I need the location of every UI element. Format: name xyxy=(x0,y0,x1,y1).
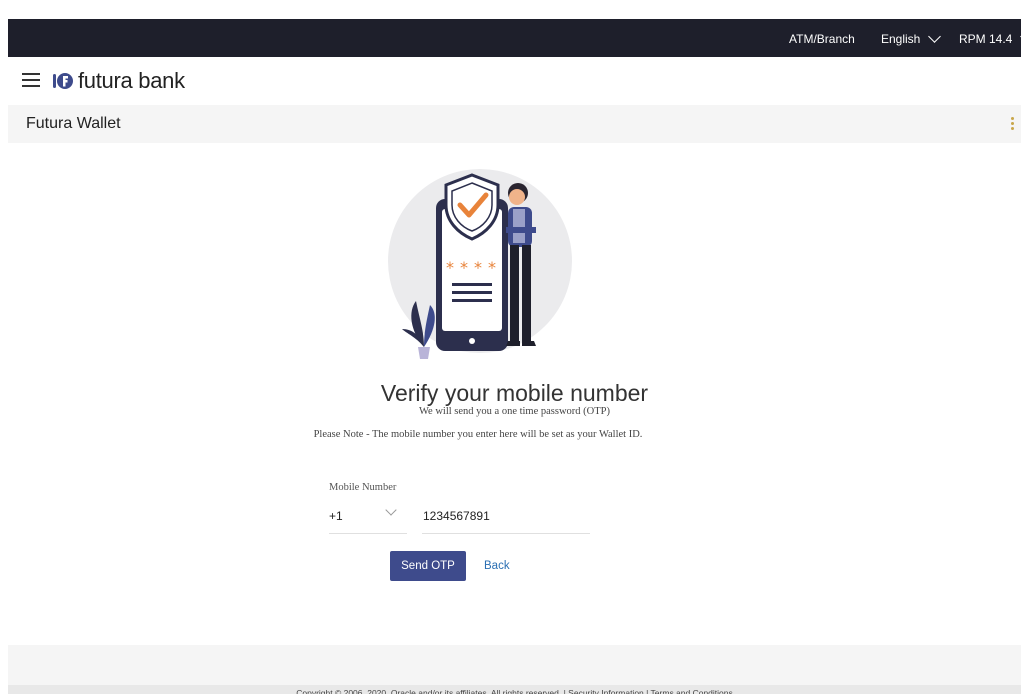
hamburger-menu-icon[interactable] xyxy=(22,73,40,87)
top-header-bar: ATM/Branch English RPM 14.4 xyxy=(8,19,1021,57)
page-header: Futura Wallet xyxy=(8,105,1021,143)
brand-bar: futura bank xyxy=(8,57,1021,105)
page-title: Futura Wallet xyxy=(26,115,121,132)
chevron-down-icon xyxy=(928,30,942,43)
mobile-number-label: Mobile Number xyxy=(329,482,397,493)
footer: Copyright © 2006, 2020, Oracle and/or it… xyxy=(8,685,1021,694)
country-code-select[interactable]: +1 xyxy=(329,504,407,534)
mobile-number-field xyxy=(422,505,590,534)
svg-text:*: * xyxy=(460,258,468,277)
atm-branch-link[interactable]: ATM/Branch xyxy=(789,32,855,46)
bank-logo[interactable]: futura bank xyxy=(52,68,185,94)
svg-text:*: * xyxy=(446,258,454,277)
language-label: English xyxy=(881,32,921,46)
phone-shield-person-illustration: * * * * xyxy=(380,161,580,361)
language-dropdown[interactable]: English xyxy=(881,30,942,46)
wallet-id-note: Please Note - The mobile number you ente… xyxy=(313,429,643,440)
chevron-down-icon xyxy=(385,504,397,516)
futura-logo-icon xyxy=(52,70,74,92)
app-frame: ATM/Branch English RPM 14.4 futura bank xyxy=(8,8,1021,694)
version-label: RPM 14.4 xyxy=(959,32,1013,46)
atm-branch-label: ATM/Branch xyxy=(789,32,855,46)
page-heading: Verify your mobile number xyxy=(380,380,649,407)
svg-text:*: * xyxy=(488,258,496,277)
otp-subtitle: We will send you a one time password (OT… xyxy=(418,406,611,417)
country-code-value: +1 xyxy=(329,509,343,523)
footer-spacer xyxy=(8,645,1021,685)
send-otp-button[interactable]: Send OTP xyxy=(390,551,466,581)
back-link[interactable]: Back xyxy=(484,551,510,581)
svg-text:*: * xyxy=(474,258,482,277)
kebab-menu-icon[interactable] xyxy=(1011,117,1015,132)
mobile-number-input[interactable] xyxy=(423,509,583,523)
main-content: * * * * Verify your mobile number We will s… xyxy=(8,143,1021,645)
version-dropdown[interactable]: RPM 14.4 xyxy=(959,30,1021,46)
logo-text: futura bank xyxy=(78,68,185,93)
